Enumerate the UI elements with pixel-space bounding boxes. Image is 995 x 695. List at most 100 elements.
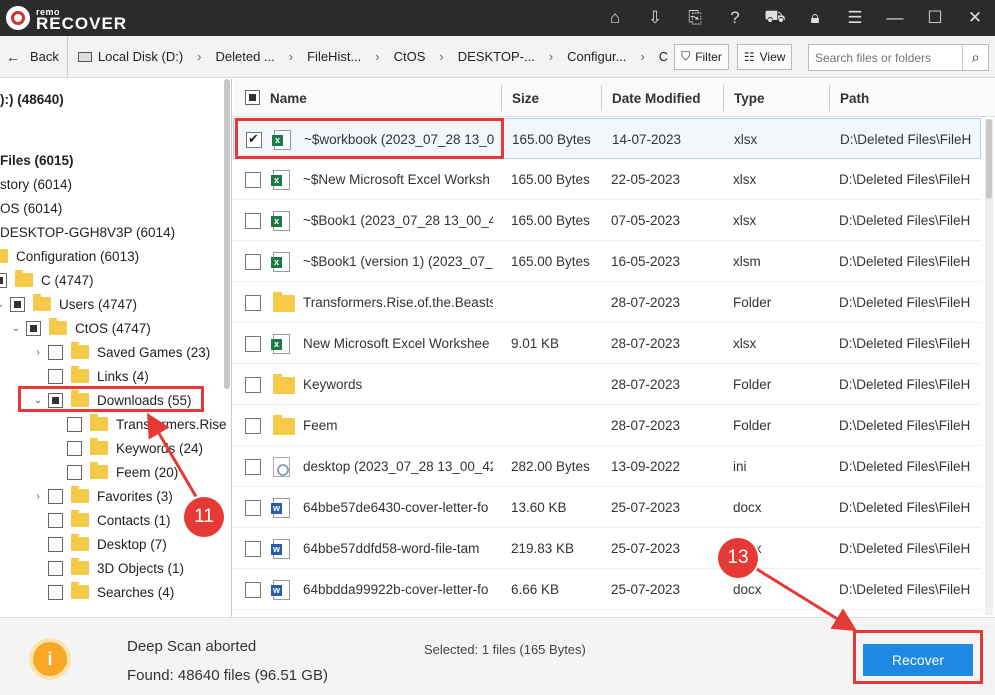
column-header-date-modified[interactable]: Date Modified	[612, 79, 701, 117]
maximize-icon[interactable]: ☐	[915, 0, 955, 36]
tree-item-favorites[interactable]: › Favorites (3)	[32, 484, 173, 508]
row-checkbox[interactable]	[245, 254, 261, 270]
table-row[interactable]: ~$New Microsoft Excel Worksh 165.00 Bytes…	[233, 159, 981, 200]
search-input[interactable]	[809, 50, 959, 65]
tree-scrollbar[interactable]	[224, 79, 230, 389]
close-icon[interactable]: ✕	[955, 0, 995, 36]
tree-item-keywords[interactable]: Keywords (24)	[67, 436, 203, 460]
filter-button[interactable]: ⛉ Filter	[674, 43, 729, 70]
table-row[interactable]: desktop (2023_07_28 13_00_42 282.00 Bytes…	[233, 446, 981, 487]
row-checkbox[interactable]	[245, 213, 261, 229]
row-checkbox[interactable]	[245, 295, 261, 311]
breadcrumb-deleted[interactable]: Deleted ...	[212, 49, 279, 64]
home-icon[interactable]: ⌂	[595, 0, 635, 36]
tree-item-configuration[interactable]: Configuration (6013)	[0, 244, 139, 268]
recover-button[interactable]: Recover	[863, 644, 973, 676]
tree-item-feem[interactable]: Feem (20)	[67, 460, 178, 484]
tree-checkbox[interactable]	[48, 392, 63, 408]
tree-item-3d-objects[interactable]: 3D Objects (1)	[48, 556, 184, 580]
tree-checkbox[interactable]	[10, 296, 25, 312]
help-icon[interactable]: ?	[715, 0, 755, 36]
lock-icon[interactable]: 🔒︎	[795, 0, 835, 36]
table-row[interactable]: Transformers.Rise.of.the.Beasts. 28-07-20…	[233, 282, 981, 323]
tree-checkbox[interactable]	[0, 272, 7, 288]
column-header-name[interactable]: Name	[270, 79, 307, 117]
scrollbar-thumb[interactable]	[986, 119, 992, 199]
breadcrumb-local-disk[interactable]: Local Disk (D:)	[74, 49, 187, 64]
tree-item-contacts[interactable]: Contacts (1)	[48, 508, 171, 532]
chevron-down-icon[interactable]: ⌄	[10, 323, 22, 334]
table-row[interactable]: Keywords 28-07-2023 Folder D:\Deleted Files…	[233, 364, 981, 405]
export-icon[interactable]: ⇩	[635, 0, 675, 36]
breadcrumb-configuration[interactable]: Configur...	[563, 49, 630, 64]
tree-checkbox[interactable]	[67, 464, 82, 480]
row-checkbox[interactable]	[245, 418, 261, 434]
table-row[interactable]: 64bbdda99922b-cover-letter-fo 6.66 KB 25-0…	[233, 569, 981, 610]
minimize-icon[interactable]: —	[875, 0, 915, 36]
file-export-icon[interactable]: ⎘	[675, 0, 715, 36]
chevron-right-icon[interactable]: ›	[32, 347, 44, 358]
row-checkbox[interactable]	[245, 459, 261, 475]
search-icon[interactable]: ⌕	[962, 45, 988, 70]
cart-icon[interactable]: ⛟	[755, 0, 795, 36]
tree-item-drive[interactable]: ):) (48640)	[0, 87, 64, 111]
tree-item-saved-games[interactable]: › Saved Games (23)	[32, 340, 210, 364]
tree-checkbox[interactable]	[48, 512, 63, 528]
tree-checkbox[interactable]	[48, 584, 63, 600]
tree-checkbox[interactable]	[48, 488, 63, 504]
chevron-down-icon[interactable]: ⌄	[32, 395, 44, 406]
table-scrollbar[interactable]	[985, 119, 993, 615]
column-divider[interactable]	[829, 85, 830, 111]
tree-item-desktop[interactable]: Desktop (7)	[48, 532, 167, 556]
breadcrumb-ctos[interactable]: CtOS	[390, 49, 430, 64]
column-divider[interactable]	[723, 85, 724, 111]
tree-item-links[interactable]: Links (4)	[48, 364, 149, 388]
disk-icon	[77, 51, 92, 62]
row-checkbox[interactable]	[245, 541, 261, 557]
table-row[interactable]: ~$Book1 (version 1) (2023_07_ 165.00 Byte…	[233, 241, 981, 282]
back-button[interactable]: ← Back	[0, 35, 68, 78]
tree-item-searches[interactable]: Searches (4)	[48, 580, 174, 604]
table-row[interactable]: ~$workbook (2023_07_28 13_0 165.00 Bytes 1…	[233, 118, 981, 159]
breadcrumb-desktop[interactable]: DESKTOP-...	[454, 49, 539, 64]
tree-item-users[interactable]: ⌄ Users (4747)	[0, 292, 137, 316]
tree-checkbox[interactable]	[67, 440, 82, 456]
chevron-right-icon[interactable]: ›	[32, 491, 44, 502]
table-row[interactable]: Feem 28-07-2023 Folder D:\Deleted Files\Fil…	[233, 405, 981, 446]
tree-item-files[interactable]: Files (6015)	[0, 148, 74, 172]
breadcrumb-c[interactable]: C	[655, 49, 672, 64]
table-row[interactable]: New Microsoft Excel Workshee 9.01 KB 28-07…	[233, 323, 981, 364]
tree-item-transformers[interactable]: Transformers.Rise	[67, 412, 227, 436]
tree-checkbox[interactable]	[48, 560, 63, 576]
tree-item-history[interactable]: story (6014)	[0, 172, 72, 196]
tree-item-downloads[interactable]: ⌄ Downloads (55)	[32, 388, 192, 412]
row-checkbox[interactable]	[246, 131, 262, 148]
row-checkbox[interactable]	[245, 172, 261, 188]
column-divider[interactable]	[601, 85, 602, 111]
column-header-size[interactable]: Size	[512, 79, 539, 117]
tree-item-ctos[interactable]: ⌄ CtOS (4747)	[10, 316, 151, 340]
row-checkbox[interactable]	[245, 582, 261, 598]
tree-checkbox[interactable]	[48, 344, 63, 360]
column-header-type[interactable]: Type	[734, 79, 765, 117]
column-header-path[interactable]: Path	[840, 79, 869, 117]
tree-checkbox[interactable]	[48, 536, 63, 552]
tree-checkbox[interactable]	[26, 320, 41, 336]
tree-checkbox[interactable]	[67, 416, 82, 432]
tree-item-c[interactable]: C (4747)	[0, 268, 94, 292]
tree-checkbox[interactable]	[48, 368, 63, 384]
menu-icon[interactable]: ☰	[835, 0, 875, 36]
select-all-checkbox[interactable]	[245, 90, 260, 105]
table-row[interactable]: 64bbe57ddfd58-word-file-tam 219.83 KB 25-0…	[233, 528, 981, 569]
view-button[interactable]: ☷ View	[736, 43, 793, 70]
row-checkbox[interactable]	[245, 500, 261, 516]
row-checkbox[interactable]	[245, 336, 261, 352]
breadcrumb-filehist[interactable]: FileHist...	[303, 49, 365, 64]
row-checkbox[interactable]	[245, 377, 261, 393]
table-row[interactable]: ~$Book1 (2023_07_28 13_00_4 165.00 Bytes 0…	[233, 200, 981, 241]
tree-item-ctos-root[interactable]: OS (6014)	[0, 196, 62, 220]
table-row[interactable]: 64bbe57de6430-cover-letter-fo 13.60 KB 25-…	[233, 487, 981, 528]
chevron-down-icon[interactable]: ⌄	[0, 299, 6, 310]
column-divider[interactable]	[501, 85, 502, 111]
tree-item-desktop-ggh8v3p[interactable]: DESKTOP-GGH8V3P (6014)	[0, 220, 175, 244]
